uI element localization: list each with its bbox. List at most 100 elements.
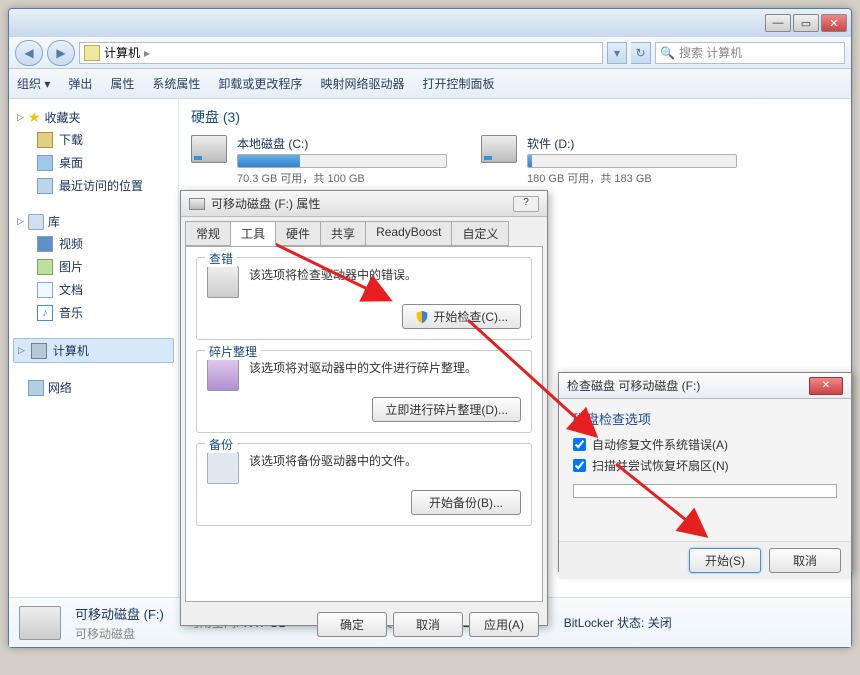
checkbox-auto-fix[interactable] bbox=[573, 438, 586, 451]
sidebar-item-network[interactable]: ▷网络 bbox=[13, 377, 174, 398]
check-disk-dialog: 检查磁盘 可移动磁盘 (F:) ✕ 磁盘检查选项 自动修复文件系统错误(A) 扫… bbox=[558, 372, 852, 572]
maximize-button[interactable]: ▭ bbox=[793, 14, 819, 32]
backup-icon bbox=[207, 452, 239, 484]
back-button[interactable]: ◀ bbox=[15, 40, 43, 66]
music-icon: ♪ bbox=[37, 305, 53, 321]
recent-icon bbox=[37, 178, 53, 194]
tab-strip: 常规 工具 硬件 共享 ReadyBoost 自定义 bbox=[181, 217, 547, 246]
refresh-button[interactable]: ↻ bbox=[631, 42, 651, 64]
tab-sharing[interactable]: 共享 bbox=[320, 221, 366, 246]
window-titlebar: — ▭ ✕ bbox=[9, 9, 851, 37]
group-defrag: 碎片整理 该选项将对驱动器中的文件进行碎片整理。 立即进行碎片整理(D)... bbox=[196, 350, 532, 433]
organize-menu[interactable]: 组织 ▾ bbox=[17, 75, 50, 92]
check-icon bbox=[207, 266, 239, 298]
address-bar[interactable]: 计算机 ▸ bbox=[79, 42, 603, 64]
dialog-titlebar[interactable]: 可移动磁盘 (F:) 属性 ? bbox=[181, 191, 547, 217]
video-icon bbox=[37, 236, 53, 252]
desktop-icon bbox=[37, 155, 53, 171]
dialog-footer: 开始(S) 取消 bbox=[559, 541, 851, 579]
properties-button[interactable]: 属性 bbox=[110, 75, 134, 92]
library-icon bbox=[28, 214, 44, 230]
checkbox-scan-recover[interactable] bbox=[573, 459, 586, 472]
group-legend: 查错 bbox=[205, 250, 237, 267]
eject-button[interactable]: 弹出 bbox=[68, 75, 92, 92]
shield-icon bbox=[415, 310, 429, 324]
cancel-button[interactable]: 取消 bbox=[769, 548, 841, 573]
star-icon: ★ bbox=[28, 109, 41, 126]
ok-button[interactable]: 确定 bbox=[317, 612, 387, 637]
sidebar-item-documents[interactable]: 文档 bbox=[13, 278, 174, 301]
group-backup: 备份 该选项将备份驱动器中的文件。 开始备份(B)... bbox=[196, 443, 532, 526]
close-button[interactable]: ✕ bbox=[809, 377, 843, 395]
cancel-button[interactable]: 取消 bbox=[393, 612, 463, 637]
tab-general[interactable]: 常规 bbox=[185, 221, 231, 246]
options-heading: 磁盘检查选项 bbox=[573, 409, 837, 428]
nav-bar: ◀ ▶ 计算机 ▸ ▾ ↻ 🔍 搜索 计算机 bbox=[9, 37, 851, 69]
map-drive-button[interactable]: 映射网络驱动器 bbox=[320, 75, 404, 92]
selected-item-name: 可移动磁盘 (F:) bbox=[75, 604, 164, 623]
sidebar-item-music[interactable]: ♪音乐 bbox=[13, 301, 174, 324]
search-box[interactable]: 🔍 搜索 计算机 bbox=[655, 42, 845, 64]
uninstall-button[interactable]: 卸载或更改程序 bbox=[218, 75, 302, 92]
tab-tools[interactable]: 工具 bbox=[230, 221, 276, 246]
drive-subtext: 70.3 GB 可用，共 100 GB bbox=[237, 170, 447, 186]
forward-button[interactable]: ▶ bbox=[47, 40, 75, 66]
check-now-button[interactable]: 开始检查(C)... bbox=[402, 304, 521, 329]
group-desc: 该选项将对驱动器中的文件进行碎片整理。 bbox=[249, 359, 521, 376]
favorites-group[interactable]: ▷★收藏夹 bbox=[13, 107, 174, 128]
computer-icon bbox=[84, 45, 100, 61]
defrag-now-button[interactable]: 立即进行碎片整理(D)... bbox=[372, 397, 521, 422]
help-button[interactable]: ? bbox=[513, 196, 539, 212]
tab-readyboost[interactable]: ReadyBoost bbox=[365, 221, 452, 246]
system-properties-button[interactable]: 系统属性 bbox=[152, 75, 200, 92]
sidebar-item-pictures[interactable]: 图片 bbox=[13, 255, 174, 278]
apply-button[interactable]: 应用(A) bbox=[469, 612, 539, 637]
start-button[interactable]: 开始(S) bbox=[689, 548, 761, 573]
drive-label: 本地磁盘 (C:) bbox=[237, 135, 447, 152]
sidebar-item-recent[interactable]: 最近访问的位置 bbox=[13, 174, 174, 197]
download-icon bbox=[37, 132, 53, 148]
drive-icon bbox=[191, 135, 227, 163]
section-heading-hdd: 硬盘 (3) bbox=[191, 107, 839, 127]
option-auto-fix[interactable]: 自动修复文件系统错误(A) bbox=[573, 436, 837, 453]
space-bar bbox=[527, 154, 737, 168]
group-legend: 备份 bbox=[205, 436, 237, 453]
libraries-group[interactable]: ▷库 bbox=[13, 211, 174, 232]
close-button[interactable]: ✕ bbox=[821, 14, 847, 32]
document-icon bbox=[37, 282, 53, 298]
sidebar-item-desktop[interactable]: 桌面 bbox=[13, 151, 174, 174]
removable-drive-icon bbox=[19, 606, 61, 640]
space-bar bbox=[237, 154, 447, 168]
sidebar-item-downloads[interactable]: 下载 bbox=[13, 128, 174, 151]
bitlocker-status: BitLocker 状态: 关闭 bbox=[564, 614, 672, 631]
option-scan-recover[interactable]: 扫描并尝试恢复坏扇区(N) bbox=[573, 457, 837, 474]
drive-d[interactable]: 软件 (D:) 180 GB 可用，共 183 GB bbox=[481, 135, 741, 186]
drive-c[interactable]: 本地磁盘 (C:) 70.3 GB 可用，共 100 GB bbox=[191, 135, 451, 186]
sidebar-item-computer[interactable]: ▷计算机 bbox=[13, 338, 174, 363]
navigation-pane: ▷★收藏夹 下载 桌面 最近访问的位置 ▷库 视频 图片 文档 ♪音乐 ▷计算机… bbox=[9, 99, 179, 619]
picture-icon bbox=[37, 259, 53, 275]
dialog-title: 检查磁盘 可移动磁盘 (F:) bbox=[567, 377, 700, 394]
defrag-icon bbox=[207, 359, 239, 391]
group-error-checking: 查错 该选项将检查驱动器中的错误。 开始检查(C)... bbox=[196, 257, 532, 340]
network-icon bbox=[28, 380, 44, 396]
dialog-title: 可移动磁盘 (F:) 属性 bbox=[211, 195, 320, 212]
progress-bar bbox=[573, 484, 837, 498]
control-panel-button[interactable]: 打开控制面板 bbox=[422, 75, 494, 92]
backup-now-button[interactable]: 开始备份(B)... bbox=[411, 490, 521, 515]
chevron-right-icon: ▸ bbox=[144, 46, 150, 60]
minimize-button[interactable]: — bbox=[765, 14, 791, 32]
command-bar: 组织 ▾ 弹出 属性 系统属性 卸载或更改程序 映射网络驱动器 打开控制面板 bbox=[9, 69, 851, 99]
properties-dialog: 可移动磁盘 (F:) 属性 ? 常规 工具 硬件 共享 ReadyBoost 自… bbox=[180, 190, 548, 626]
computer-icon bbox=[31, 343, 47, 359]
dialog-titlebar[interactable]: 检查磁盘 可移动磁盘 (F:) ✕ bbox=[559, 373, 851, 399]
drive-icon bbox=[481, 135, 517, 163]
drive-subtext: 180 GB 可用，共 183 GB bbox=[527, 170, 737, 186]
group-desc: 该选项将检查驱动器中的错误。 bbox=[249, 266, 521, 283]
breadcrumb[interactable]: 计算机 bbox=[104, 44, 140, 61]
sidebar-item-video[interactable]: 视频 bbox=[13, 232, 174, 255]
tab-custom[interactable]: 自定义 bbox=[451, 221, 509, 246]
search-icon: 🔍 bbox=[660, 46, 675, 60]
tab-hardware[interactable]: 硬件 bbox=[275, 221, 321, 246]
address-dropdown[interactable]: ▾ bbox=[607, 42, 627, 64]
